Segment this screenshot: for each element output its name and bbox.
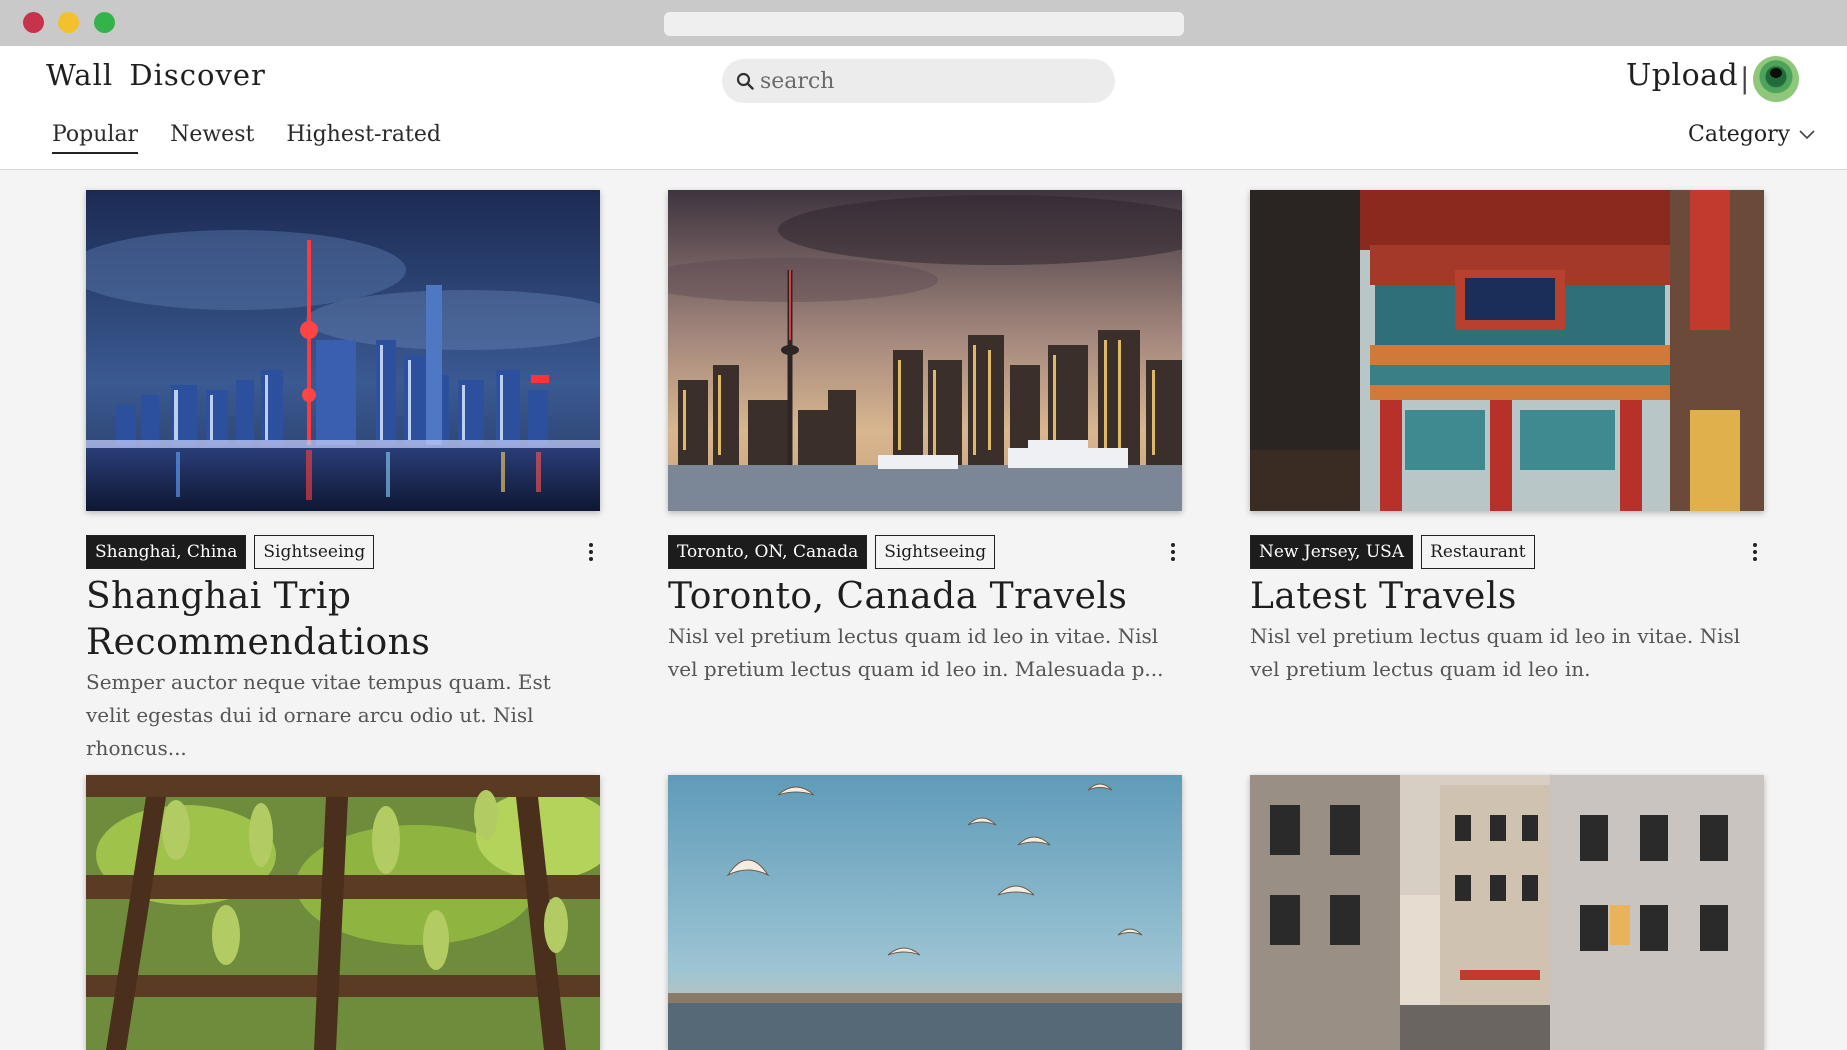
site-logo[interactable]: Wall Discover [46,58,266,92]
address-bar[interactable] [664,12,1184,36]
search-bar[interactable] [722,59,1115,103]
post-title[interactable]: Toronto, Canada Travels [668,574,1182,620]
seagulls-image [668,775,1182,1050]
sort-tabs: Popular Newest Highest-rated [52,122,441,154]
toronto-skyline-image [668,190,1182,511]
category-tag[interactable]: Sightseeing [875,535,996,569]
post-image[interactable] [1250,775,1764,1050]
category-tag[interactable]: Sightseeing [254,535,375,569]
header-separator: | [1740,62,1750,95]
tab-newest[interactable]: Newest [170,122,254,154]
site-header: Wall Discover Upload | Popular Newest Hi… [0,46,1847,170]
post-card[interactable] [86,775,600,1050]
tab-popular[interactable]: Popular [52,122,139,154]
post-card[interactable] [668,775,1182,1050]
post-description: Nisl vel pretium lectus quam id leo in v… [1250,624,1741,681]
grape-vine-image [86,775,600,1050]
post-tags: Toronto, ON, Canada Sightseeing [668,535,996,569]
location-tag[interactable]: Toronto, ON, Canada [668,535,868,569]
post-tags: New Jersey, USA Restaurant [1250,535,1535,569]
category-label: Category [1688,122,1791,147]
post-tags: Shanghai, China Sightseeing [86,535,375,569]
post-image[interactable] [668,190,1182,511]
post-image[interactable] [1250,190,1764,511]
location-tag[interactable]: New Jersey, USA [1250,535,1414,569]
avatar[interactable] [1753,56,1799,102]
browser-chrome [0,0,1847,46]
maximize-window-button[interactable] [94,12,115,33]
chinatown-gate-image [1250,190,1764,511]
post-description: Nisl vel pretium lectus quam id leo in v… [668,624,1164,681]
chevron-down-icon [1799,129,1815,139]
category-dropdown[interactable]: Category [1688,122,1816,147]
upload-button[interactable]: Upload [1626,58,1738,93]
tab-highest-rated[interactable]: Highest-rated [286,122,441,154]
post-description: Semper auctor neque vitae tempus quam. E… [86,670,551,760]
post-card[interactable] [1250,775,1764,1050]
more-options-icon[interactable] [584,540,598,564]
search-input[interactable] [760,59,1100,103]
minimize-window-button[interactable] [58,12,79,33]
category-tag[interactable]: Restaurant [1421,535,1535,569]
shanghai-skyline-image [86,190,600,511]
post-card[interactable]: New Jersey, USA Restaurant Latest Travel… [1250,190,1764,681]
location-tag[interactable]: Shanghai, China [86,535,247,569]
more-options-icon[interactable] [1748,540,1762,564]
post-title[interactable]: Latest Travels [1250,574,1764,620]
post-card[interactable]: Toronto, ON, Canada Sightseeing Toronto,… [668,190,1182,681]
post-card[interactable]: Shanghai, China Sightseeing Shanghai Tri… [86,190,600,760]
post-image[interactable] [86,775,600,1050]
search-icon [736,72,754,90]
more-options-icon[interactable] [1166,540,1180,564]
post-image[interactable] [668,775,1182,1050]
paris-street-image [1250,775,1764,1050]
post-image[interactable] [86,190,600,511]
post-title[interactable]: Shanghai Trip Recommendations [86,574,600,666]
close-window-button[interactable] [23,12,44,33]
